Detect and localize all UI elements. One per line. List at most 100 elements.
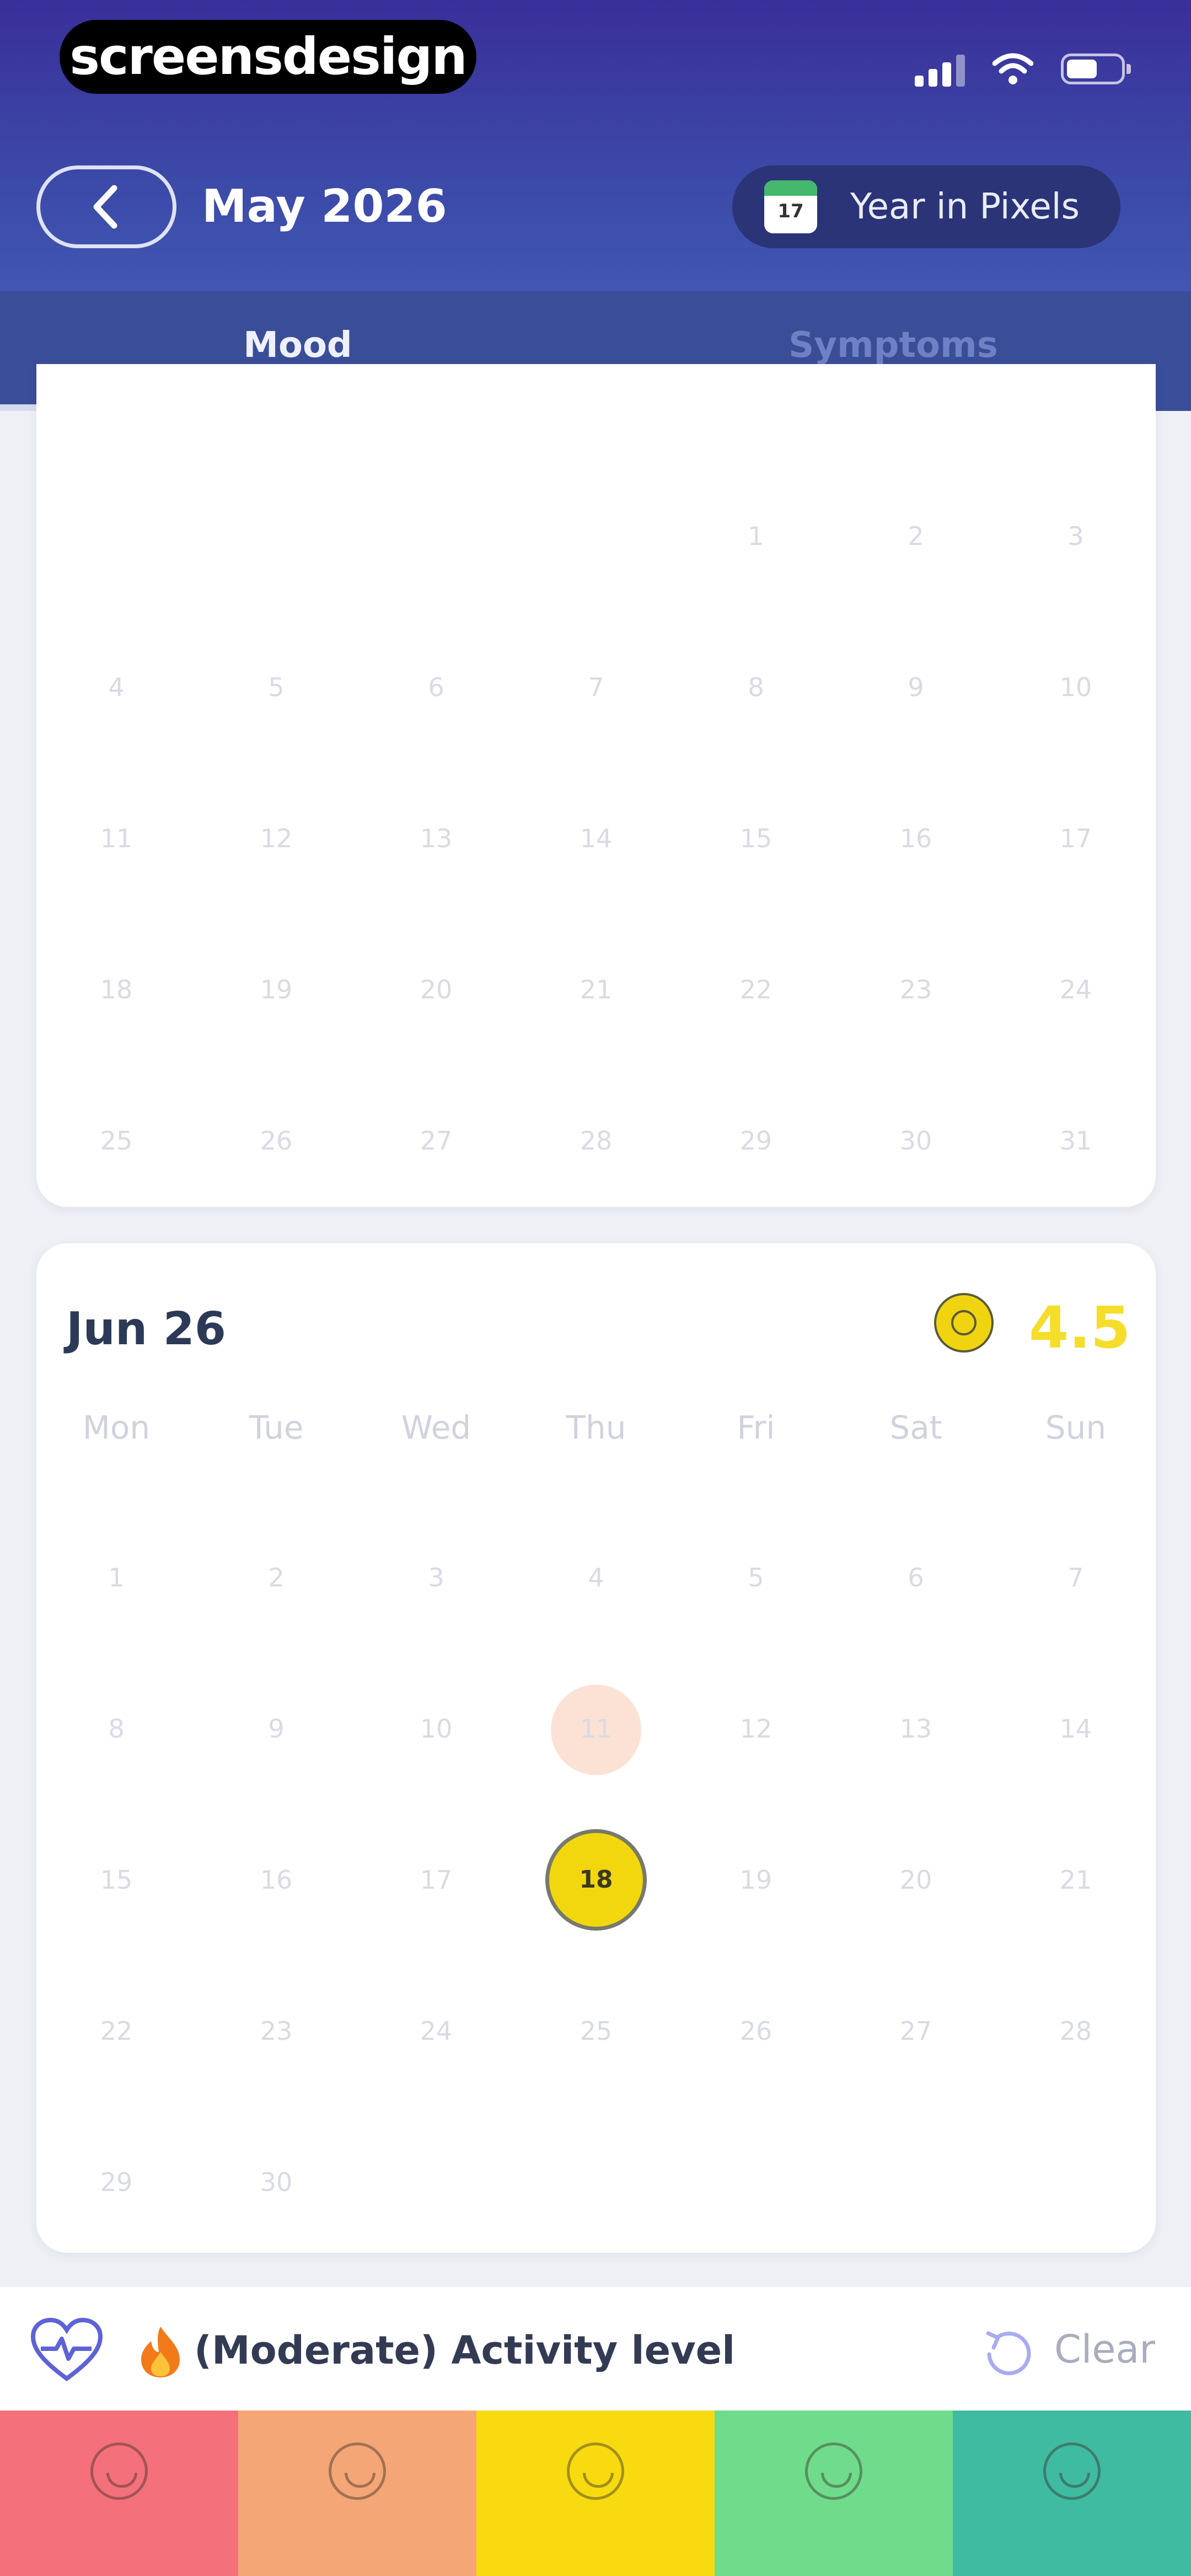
calendar-day[interactable]: 5 bbox=[196, 638, 356, 737]
calendar-day[interactable]: 10 bbox=[996, 638, 1156, 737]
calendar-day[interactable]: 3 bbox=[996, 487, 1156, 586]
month-card-title: Jun 26 bbox=[66, 1303, 226, 1355]
mood-bad-button[interactable] bbox=[238, 2411, 476, 2576]
calendar-day-number: 31 bbox=[1059, 1126, 1092, 1156]
calendar-day[interactable]: 30 bbox=[196, 2133, 356, 2232]
calendar-day[interactable]: 13 bbox=[836, 1679, 996, 1778]
calendar-day[interactable]: 25 bbox=[36, 1091, 196, 1190]
calendar-day[interactable]: 6 bbox=[836, 1528, 996, 1627]
calendar-day[interactable]: 11 bbox=[516, 1679, 676, 1778]
calendar-day[interactable]: 29 bbox=[676, 1091, 836, 1190]
calendar-day-number: 9 bbox=[908, 672, 924, 702]
calendar-day[interactable]: 3 bbox=[356, 1528, 516, 1627]
calendar-day[interactable]: 21 bbox=[996, 1830, 1156, 1930]
calendar-day-number: 30 bbox=[260, 2167, 293, 2197]
calendar-day[interactable]: 17 bbox=[356, 1830, 516, 1930]
calendar-day[interactable]: 14 bbox=[516, 789, 676, 888]
calendar-day-number: 26 bbox=[739, 2016, 772, 2046]
calendar-day[interactable]: 10 bbox=[356, 1679, 516, 1778]
calendar-day[interactable]: 4 bbox=[36, 638, 196, 737]
calendar-day[interactable]: 22 bbox=[676, 940, 836, 1039]
clear-button[interactable]: Clear bbox=[1054, 2327, 1155, 2372]
calendar-day[interactable]: 8 bbox=[36, 1679, 196, 1778]
calendar-day[interactable]: 29 bbox=[36, 2133, 196, 2232]
calendar-day[interactable]: 20 bbox=[836, 1830, 996, 1930]
activity-level-label: (Moderate) Activity level bbox=[194, 2328, 736, 2373]
activity-filter-bar: (Moderate) Activity level Clear bbox=[0, 2287, 1191, 2411]
calendar-day[interactable]: 18 bbox=[36, 940, 196, 1039]
calendar-day[interactable]: 12 bbox=[676, 1679, 836, 1778]
calendar-day[interactable]: 24 bbox=[356, 1981, 516, 2081]
year-in-pixels-button[interactable]: 17 Year in Pixels bbox=[732, 165, 1120, 248]
heart-pulse-icon[interactable] bbox=[30, 2317, 104, 2384]
calendar-day[interactable]: 4 bbox=[516, 1528, 676, 1627]
calendar-day[interactable]: 16 bbox=[196, 1830, 356, 1930]
calendar-day[interactable]: 16 bbox=[836, 789, 996, 888]
calendar-day-number: 14 bbox=[580, 824, 613, 853]
calendar-day[interactable]: 15 bbox=[36, 1830, 196, 1930]
calendar-day-number: 5 bbox=[748, 1563, 764, 1592]
mood-very-bad-button[interactable] bbox=[0, 2411, 238, 2576]
calendar-day[interactable]: 7 bbox=[996, 1528, 1156, 1627]
year-in-pixels-label: Year in Pixels bbox=[850, 186, 1080, 227]
calendar-day[interactable]: 14 bbox=[996, 1679, 1156, 1778]
calendar-day[interactable]: 21 bbox=[516, 940, 676, 1039]
calendar-day[interactable]: 15 bbox=[676, 789, 836, 888]
calendar-day[interactable]: 26 bbox=[196, 1091, 356, 1190]
calendar-day[interactable]: 9 bbox=[836, 638, 996, 737]
calendar-day[interactable]: 6 bbox=[356, 638, 516, 737]
unhappy-face-icon bbox=[329, 2443, 386, 2500]
calendar-day[interactable]: 2 bbox=[196, 1528, 356, 1627]
calendar-day[interactable]: 28 bbox=[516, 1091, 676, 1190]
mood-great-button[interactable] bbox=[953, 2411, 1191, 2576]
calendar-day[interactable]: 5 bbox=[676, 1528, 836, 1627]
calendar-day-number: 23 bbox=[260, 2016, 293, 2046]
status-bar: screensdesign bbox=[0, 0, 1191, 110]
calendar-day-number: 17 bbox=[1059, 824, 1092, 853]
calendar-day[interactable]: 30 bbox=[836, 1091, 996, 1190]
month-card-may: 1 2 3 4 5 6 7 8 9 10 11 12 13 14 15 16 17 18 19 20 21 22 23 24 2… bbox=[36, 364, 1156, 1207]
calendar-day[interactable]: 9 bbox=[196, 1679, 356, 1778]
calendar-day[interactable]: 23 bbox=[836, 940, 996, 1039]
calendar-day[interactable]: 27 bbox=[356, 1091, 516, 1190]
calendar-day[interactable]: 19 bbox=[196, 940, 356, 1039]
calendar-day-number: 4 bbox=[108, 672, 125, 702]
back-button[interactable] bbox=[36, 165, 176, 248]
calendar-day-number: 9 bbox=[268, 1714, 285, 1744]
calendar-day[interactable]: 11 bbox=[36, 789, 196, 888]
reset-icon[interactable] bbox=[980, 2326, 1036, 2381]
calendar-day[interactable]: 17 bbox=[996, 789, 1156, 888]
calendar-day[interactable]: 23 bbox=[196, 1981, 356, 2081]
average-mood-score: 4.5 bbox=[1029, 1294, 1131, 1361]
calendar-day[interactable]: 8 bbox=[676, 638, 836, 737]
calendar-day[interactable]: 25 bbox=[516, 1981, 676, 2081]
calendar-day-number: 18 bbox=[100, 975, 133, 1004]
mood-good-button[interactable] bbox=[715, 2411, 953, 2576]
calendar-day[interactable]: 20 bbox=[356, 940, 516, 1039]
calendar-day[interactable]: 22 bbox=[36, 1981, 196, 2081]
calendar-day[interactable]: 1 bbox=[676, 487, 836, 586]
calendar-day-number: 29 bbox=[739, 1126, 772, 1156]
calendar-day[interactable]: 24 bbox=[996, 940, 1156, 1039]
calendar-day-number: 15 bbox=[100, 1865, 133, 1895]
calendar-day[interactable]: 12 bbox=[196, 789, 356, 888]
mood-okay-button[interactable] bbox=[476, 2411, 715, 2576]
wifi-icon bbox=[993, 53, 1033, 84]
calendar-day[interactable]: 26 bbox=[676, 1981, 836, 2081]
calendar-day[interactable]: 13 bbox=[356, 789, 516, 888]
calendar-day-number: 23 bbox=[899, 975, 932, 1004]
calendar-day[interactable]: 1 bbox=[36, 1528, 196, 1627]
calendar-day-number: 6 bbox=[908, 1563, 924, 1592]
calendar-day[interactable]: 28 bbox=[996, 1981, 1156, 2081]
calendar-day-number: 22 bbox=[739, 975, 772, 1004]
calendar-day[interactable]: 27 bbox=[836, 1981, 996, 2081]
calendar-day-number: 29 bbox=[100, 2167, 133, 2197]
calendar-day[interactable]: 31 bbox=[996, 1091, 1156, 1190]
calendar-day-number: 14 bbox=[1059, 1714, 1092, 1744]
calendar-day[interactable]: 2 bbox=[836, 487, 996, 586]
calendar-day[interactable]: 19 bbox=[676, 1830, 836, 1930]
selected-calendar-day[interactable]: 18 bbox=[516, 1829, 676, 1931]
calendar-day[interactable]: 7 bbox=[516, 638, 676, 737]
calendar-day-number: 17 bbox=[420, 1865, 453, 1895]
fire-icon bbox=[141, 2327, 180, 2377]
